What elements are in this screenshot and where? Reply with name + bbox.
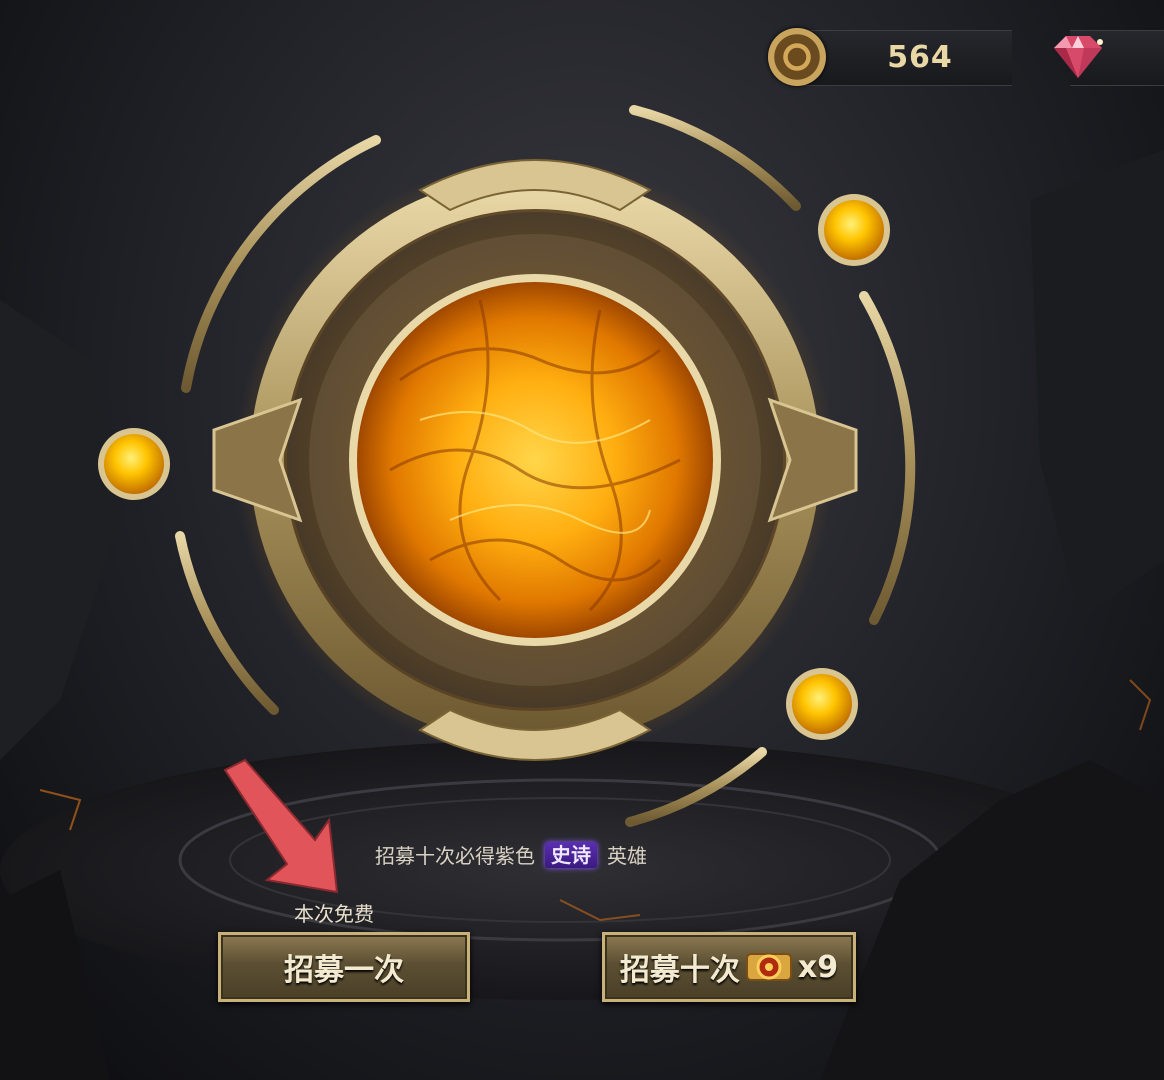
summon-orb-device xyxy=(98,105,916,827)
recruit-ten-button[interactable]: 招募十次 x9 xyxy=(602,932,856,1002)
guide-arrow-icon xyxy=(223,758,339,894)
recruit-ten-cost: x9 xyxy=(797,949,839,985)
recruit-ticket-icon xyxy=(745,953,792,981)
epic-rarity-badge: 史诗 xyxy=(545,841,597,868)
recruit-once-label: 招募一次 xyxy=(284,953,404,988)
recruit-ten-label: 招募十次 xyxy=(619,953,740,988)
recruit-once-button[interactable]: 招募一次 xyxy=(218,932,470,1002)
ten-pull-guarantee-hint: 招募十次必得紫色 史诗 英雄 xyxy=(375,840,647,869)
hint-prefix: 招募十次必得紫色 xyxy=(375,844,535,868)
free-label: 本次免费 xyxy=(294,902,374,926)
hint-suffix: 英雄 xyxy=(607,844,647,868)
